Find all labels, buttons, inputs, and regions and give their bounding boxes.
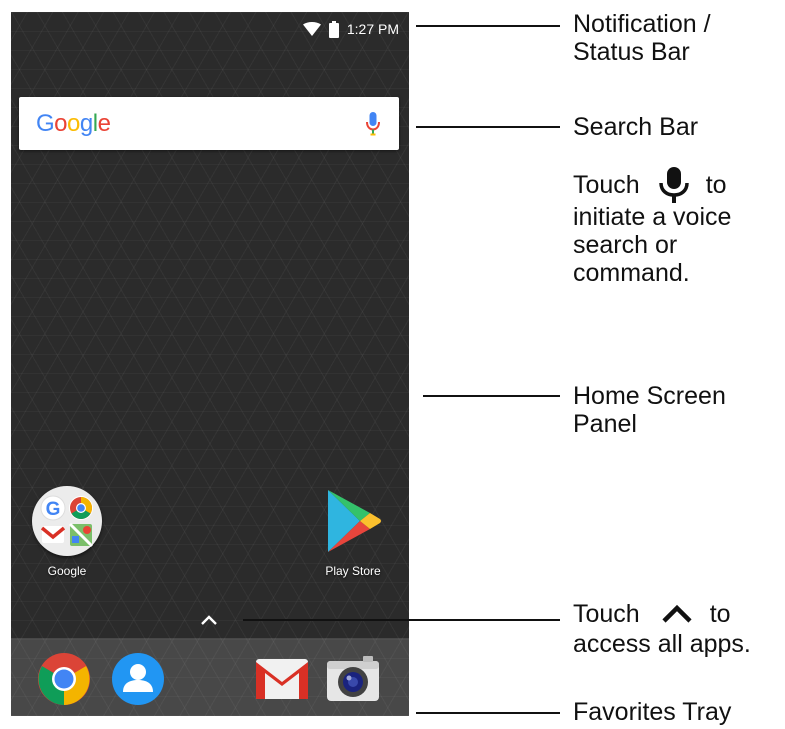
callout-text: Touch	[573, 600, 640, 628]
mic-icon[interactable]	[365, 111, 381, 136]
google-logo: Google	[36, 109, 111, 138]
status-bar-callout-line	[416, 25, 560, 27]
callout-text: access all apps.	[573, 630, 751, 658]
callout-text: initiate a voice	[573, 203, 732, 231]
google-logo-letter: g	[79, 109, 93, 137]
voice-search-callout: Touch to initiate a voice search or comm…	[573, 167, 731, 287]
favorites-tray	[11, 638, 409, 716]
play-store-icon	[328, 490, 381, 552]
all-apps-callout: Touch to access all apps.	[573, 598, 751, 658]
callout-text: to	[705, 171, 727, 199]
app-google-folder[interactable]: G Google	[31, 486, 103, 578]
mic-icon	[658, 167, 689, 203]
google-search-bar[interactable]: Google	[19, 97, 399, 150]
home-screen: 1:27 PM Google G Google Play Store	[11, 12, 409, 716]
search-bar-callout-line	[416, 126, 560, 128]
svg-text:G: G	[46, 499, 61, 520]
favorites-tray-callout: Favorites Tray	[573, 698, 731, 726]
favorites-tray-callout-line	[416, 712, 560, 714]
all-apps-callout-line	[243, 619, 560, 621]
camera-icon[interactable]	[325, 651, 381, 707]
status-bar-callout: Notification / Status Bar	[573, 10, 711, 66]
search-bar-callout: Search Bar	[573, 113, 698, 141]
chrome-icon[interactable]	[36, 651, 92, 707]
callout-text: to	[709, 600, 731, 628]
google-logo-letter: o	[67, 109, 80, 137]
status-time: 1:27 PM	[346, 21, 399, 37]
google-logo-letter: G	[36, 109, 55, 137]
home-panel-callout-line	[423, 395, 560, 397]
google-logo-letter: e	[97, 109, 111, 137]
contacts-icon[interactable]	[110, 651, 166, 707]
app-play-store[interactable]: Play Store	[317, 486, 389, 578]
status-bar[interactable]: 1:27 PM	[11, 12, 409, 46]
callout-text: Notification /	[573, 10, 711, 38]
callout-text: Favorites Tray	[573, 698, 732, 726]
google-folder-icon: G	[32, 486, 102, 556]
callout-text: command.	[573, 259, 690, 287]
app-label: Google	[47, 564, 87, 578]
callout-text: Status Bar	[573, 38, 690, 66]
wifi-icon	[302, 22, 321, 36]
app-label: Play Store	[325, 564, 381, 578]
callout-text: Touch	[573, 171, 640, 199]
all-apps-chevron-icon[interactable]	[199, 613, 219, 627]
battery-icon	[328, 20, 339, 38]
home-panel-callout: Home Screen Panel	[573, 382, 726, 438]
callout-text: search or	[573, 231, 678, 259]
chevron-up-icon	[662, 604, 692, 623]
gmail-icon[interactable]	[254, 651, 310, 707]
callout-text: Home Screen	[573, 382, 726, 410]
google-logo-letter: o	[54, 109, 68, 137]
callout-text: Panel	[573, 410, 637, 438]
callout-title: Search Bar	[573, 113, 699, 141]
